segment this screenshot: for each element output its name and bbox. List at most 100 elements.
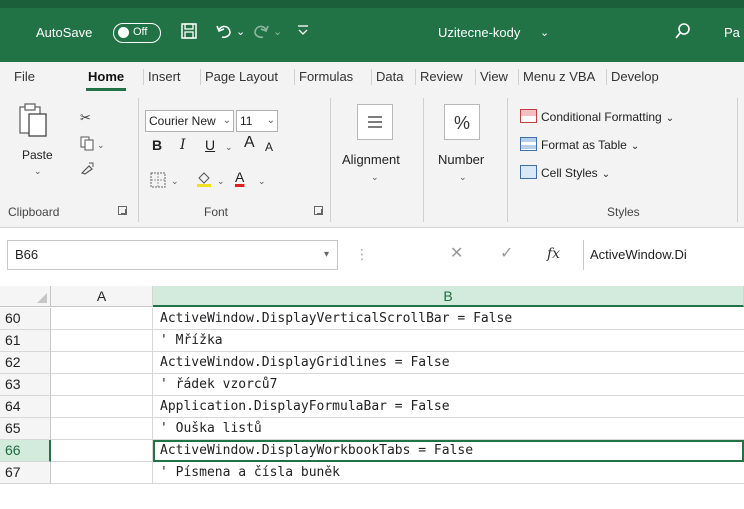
underline-chevron-icon[interactable]: ⌄ [225, 142, 233, 153]
number-chevron-icon[interactable]: ⌄ [459, 172, 467, 183]
chevron-down-icon: ⌄ [601, 169, 611, 180]
italic-button[interactable]: I [180, 136, 186, 154]
styles-group-label: Styles [607, 205, 640, 219]
row-header[interactable]: 64 [0, 396, 51, 418]
fill-color-chevron-icon[interactable]: ⌄ [217, 176, 225, 187]
autosave-toggle[interactable]: Off [113, 23, 161, 43]
row-header[interactable]: 62 [0, 352, 51, 374]
search-icon[interactable] [674, 22, 692, 45]
redo-dropdown-chevron-icon[interactable]: ⌄ [273, 22, 282, 42]
paste-chevron-icon[interactable]: ⌄ [34, 166, 42, 177]
undo-icon[interactable] [215, 22, 233, 45]
borders-chevron-icon[interactable]: ⌄ [171, 176, 179, 187]
cell-a63[interactable] [51, 374, 153, 396]
paste-icon[interactable] [18, 102, 47, 137]
cut-icon[interactable]: ✂ [80, 110, 91, 126]
font-size-combo[interactable]: 11 ⌄ [236, 110, 278, 132]
shrink-font-button[interactable]: A [265, 138, 273, 156]
cell-styles-button[interactable]: Cell Styles ⌄ [520, 165, 610, 183]
borders-icon[interactable] [150, 172, 166, 192]
cell-a64[interactable] [51, 396, 153, 418]
font-launcher-icon[interactable] [314, 206, 323, 215]
conditional-formatting-button[interactable]: Conditional Formatting ⌄ [520, 109, 674, 127]
user-account[interactable]: Pa [724, 24, 740, 42]
tab-formulas[interactable]: Formulas [294, 69, 357, 85]
row-header[interactable]: 67 [0, 462, 51, 484]
cell-a60[interactable] [51, 308, 153, 330]
redo-icon[interactable] [252, 22, 270, 45]
cell-b62[interactable]: ActiveWindow.DisplayGridlines = False [153, 352, 744, 374]
font-color-chevron-icon[interactable]: ⌄ [258, 176, 266, 187]
grow-font-button[interactable]: A [244, 134, 255, 152]
alignment-chevron-icon[interactable]: ⌄ [371, 172, 379, 183]
row-header[interactable]: 63 [0, 374, 51, 396]
underline-button[interactable]: U [205, 136, 215, 154]
cell-a67[interactable] [51, 462, 153, 484]
cell-a61[interactable] [51, 330, 153, 352]
worksheet-grid: A B 60 ActiveWindow.DisplayVerticalScrol… [0, 278, 744, 509]
font-size-value: 11 [240, 114, 253, 128]
row-header[interactable]: 60 [0, 308, 51, 330]
number-label[interactable]: Number [438, 152, 484, 168]
tab-file[interactable]: File [10, 69, 39, 85]
cell-a62[interactable] [51, 352, 153, 374]
copy-chevron-icon[interactable]: ⌄ [97, 140, 105, 151]
cell-b63[interactable]: ' řádek vzorců7 [153, 374, 744, 396]
cell-b67[interactable]: ' Písmena a čísla buněk [153, 462, 744, 484]
formula-bar-separator [583, 240, 584, 270]
cancel-entry-icon[interactable]: ✕ [450, 245, 463, 263]
tab-data[interactable]: Data [371, 69, 407, 85]
row-header[interactable]: 61 [0, 330, 51, 352]
cell-styles-icon [520, 165, 537, 179]
fill-color-icon[interactable] [195, 170, 213, 192]
column-header-b[interactable]: B [153, 286, 744, 307]
alignment-icon[interactable] [357, 104, 393, 140]
tab-page-layout[interactable]: Page Layout [200, 69, 282, 85]
clipboard-launcher-icon[interactable] [118, 206, 127, 215]
cell-styles-label: Cell Styles [541, 166, 598, 180]
cell-b65[interactable]: ' Ouška listů [153, 418, 744, 440]
chevron-down-icon: ⌄ [222, 115, 231, 126]
chevron-down-icon: ⌄ [630, 141, 640, 152]
file-name-chevron-icon[interactable]: ⌄ [540, 24, 549, 42]
row-header[interactable]: 65 [0, 418, 51, 440]
alignment-label[interactable]: Alignment [342, 152, 400, 168]
tab-view[interactable]: View [475, 69, 512, 85]
number-format-icon[interactable]: % [444, 104, 480, 140]
font-name-combo[interactable]: Courier New ⌄ [145, 110, 234, 132]
chevron-down-icon[interactable]: ▾ [324, 241, 329, 269]
format-as-table-button[interactable]: Format as Table ⌄ [520, 137, 639, 155]
column-header-a[interactable]: A [51, 286, 153, 307]
insert-function-icon[interactable]: fx [547, 245, 560, 263]
undo-dropdown-chevron-icon[interactable]: ⌄ [236, 22, 245, 42]
cell-a66[interactable] [51, 440, 153, 462]
autosave-state: Off [133, 26, 148, 38]
tab-developer[interactable]: Develop [606, 69, 663, 85]
tab-insert[interactable]: Insert [143, 69, 185, 85]
paste-label[interactable]: Paste [22, 148, 53, 162]
row-header-selected[interactable]: 66 [0, 440, 51, 462]
font-color-button[interactable]: A [235, 168, 244, 186]
tab-menu-z-vba[interactable]: Menu z VBA [518, 69, 599, 85]
tab-review[interactable]: Review [415, 69, 467, 85]
formula-input[interactable]: ActiveWindow.Di [590, 247, 687, 263]
file-name[interactable]: Uzitecne-kody [438, 24, 520, 42]
bold-button[interactable]: B [152, 136, 162, 154]
save-icon[interactable] [180, 22, 198, 45]
cell-b64[interactable]: Application.DisplayFormulaBar = False [153, 396, 744, 418]
formula-bar-resize-handle[interactable]: ⋮ [355, 246, 369, 262]
title-bar: AutoSave Off ⌄ ⌄ Uzitecne-kody ⌄ Pa [0, 0, 744, 62]
format-as-table-icon [520, 137, 537, 151]
customize-qat-icon[interactable] [297, 22, 309, 42]
name-box[interactable]: B66 ▾ [7, 240, 338, 270]
copy-icon[interactable] [80, 136, 94, 155]
tab-home[interactable]: Home [84, 69, 128, 91]
cell-a65[interactable] [51, 418, 153, 440]
select-all-corner[interactable] [0, 286, 51, 307]
cell-b66-active[interactable]: ActiveWindow.DisplayWorkbookTabs = False [153, 440, 744, 462]
confirm-entry-icon[interactable]: ✓ [500, 245, 513, 263]
cell-b61[interactable]: ' Mřížka [153, 330, 744, 352]
cell-b60[interactable]: ActiveWindow.DisplayVerticalScrollBar = … [153, 308, 744, 330]
format-painter-icon[interactable] [80, 160, 95, 179]
name-box-value: B66 [15, 247, 39, 262]
